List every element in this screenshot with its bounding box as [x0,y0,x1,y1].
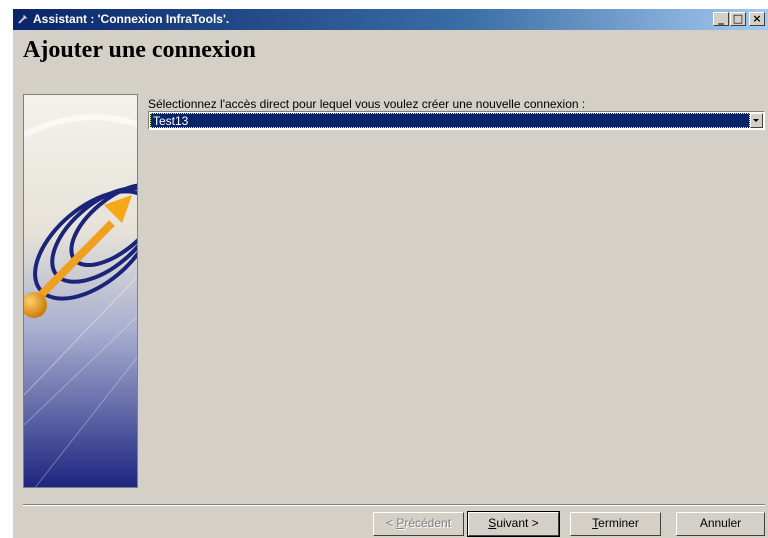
maximize-button[interactable]: □ [730,12,746,26]
title-bar[interactable]: Assistant : 'Connexion InfraTools'. _ □ … [13,9,768,30]
minimize-button[interactable]: _ [713,12,729,26]
access-dropdown[interactable]: Test13 [148,111,765,130]
finish-button[interactable]: Terminer [570,512,661,536]
wizard-window: Assistant : 'Connexion InfraTools'. _ □ … [12,8,768,538]
next-button[interactable]: Suivant > [467,511,560,537]
close-button[interactable]: × [749,12,765,26]
window-title: Assistant : 'Connexion InfraTools'. [33,12,230,26]
wizard-illustration [23,94,138,488]
finish-button-label: erminer [598,516,639,530]
wizard-illustration-graphic [24,95,137,487]
cancel-button[interactable]: Annuler [676,512,765,536]
previous-button[interactable]: < Précédent [373,512,464,536]
next-button-label: uivant > [496,516,539,530]
access-dropdown-value[interactable]: Test13 [150,113,750,128]
chevron-down-icon[interactable] [750,113,763,128]
previous-button-label: récédent [404,516,452,530]
app-icon [18,15,27,24]
button-separator [23,504,765,506]
access-prompt-label: Sélectionnez l'accès direct pour lequel … [148,97,586,111]
page-title: Ajouter une connexion [23,37,256,63]
previous-button-prefix: < [385,516,397,530]
